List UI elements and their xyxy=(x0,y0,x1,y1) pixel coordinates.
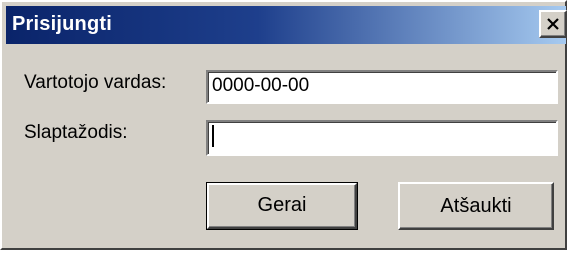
title-bar[interactable]: Prisijungti xyxy=(6,6,567,44)
ok-button[interactable]: Gerai xyxy=(206,182,358,230)
ok-button-label: Gerai xyxy=(257,194,307,216)
username-value: 0000-00-00 xyxy=(212,75,310,96)
window-title: Prisijungti xyxy=(12,13,112,35)
password-label: Slaptažodis: xyxy=(24,122,128,143)
text-caret xyxy=(212,125,214,147)
login-dialog: Prisijungti Vartotojo vardas: 0000-00-00… xyxy=(0,0,567,250)
close-icon xyxy=(547,18,559,30)
username-label: Vartotojo vardas: xyxy=(24,72,167,93)
username-input[interactable]: 0000-00-00 xyxy=(206,70,558,104)
password-input[interactable] xyxy=(206,120,558,156)
cancel-button[interactable]: Atšaukti xyxy=(398,182,554,230)
cancel-button-label: Atšaukti xyxy=(440,195,512,217)
close-button[interactable] xyxy=(539,10,567,38)
